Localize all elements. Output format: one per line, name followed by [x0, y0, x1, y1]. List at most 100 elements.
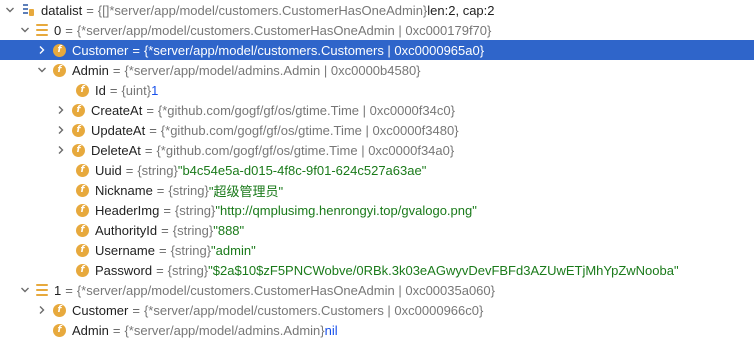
var-value: nil — [324, 322, 338, 338]
var-name: Customer — [72, 42, 129, 58]
chevron-right-icon[interactable] — [56, 104, 66, 116]
equals-sign: = — [112, 62, 121, 78]
var-name: Nickname — [95, 182, 153, 198]
var-name: Username — [95, 242, 155, 258]
var-type: {string} — [167, 262, 209, 278]
equals-sign: = — [132, 42, 140, 58]
var-type: {string} — [172, 222, 214, 238]
var-type: {uint} — [121, 82, 152, 98]
var-type: {*server/app/model/customers.CustomerHas… — [76, 282, 495, 298]
field-badge-icon: f — [76, 183, 89, 197]
var-type: {string} — [174, 202, 216, 218]
var-name: HeaderImg — [95, 202, 160, 218]
chevron-right-icon[interactable] — [37, 44, 47, 56]
tree-row-createat[interactable]: f CreateAt = {*github.com/gogf/gf/os/gti… — [0, 100, 754, 120]
tree-row-datalist[interactable]: datalist = {[]*server/app/model/customer… — [0, 0, 754, 20]
var-name: Uuid — [95, 162, 122, 178]
list-element-icon — [36, 24, 48, 36]
equals-sign: = — [144, 142, 153, 158]
var-value: "admin" — [211, 242, 256, 258]
var-name: 0 — [54, 22, 62, 38]
var-value: "888" — [213, 222, 245, 238]
var-type: {string} — [168, 182, 209, 198]
equals-sign: = — [112, 322, 121, 338]
equals-sign: = — [125, 162, 134, 178]
tree-row-deleteat[interactable]: f DeleteAt = {*github.com/gogf/gf/os/gti… — [0, 140, 754, 160]
field-badge-icon: f — [76, 263, 89, 277]
var-type: {*server/app/model/admins.Admin | 0xc000… — [124, 62, 421, 78]
variable-root-icon — [21, 3, 35, 17]
field-badge-icon: f — [53, 323, 66, 337]
tree-row-nickname[interactable]: f Nickname = {string} "超级管理员" — [0, 180, 754, 200]
equals-sign: = — [156, 182, 165, 198]
equals-sign: = — [161, 222, 169, 238]
equals-sign: = — [65, 22, 73, 38]
tree-row-username[interactable]: f Username = {string} "admin" — [0, 240, 754, 260]
chevron-right-icon[interactable] — [56, 144, 66, 156]
var-type: {*server/app/model/customers.CustomerHas… — [76, 22, 492, 38]
equals-sign: = — [109, 82, 118, 98]
field-badge-icon: f — [53, 303, 66, 317]
chevron-right-icon[interactable] — [37, 304, 47, 316]
tree-row-password[interactable]: f Password = {string} "$2a$10$zF5PNCWobv… — [0, 260, 754, 280]
var-value: len:2, cap:2 — [427, 2, 495, 18]
var-name: Customer — [72, 302, 129, 318]
chevron-down-icon[interactable] — [20, 284, 30, 296]
tree-row-admin[interactable]: f Admin = {*server/app/model/admins.Admi… — [0, 60, 754, 80]
field-badge-icon: f — [72, 143, 85, 157]
tree-row-uuid[interactable]: f Uuid = {string} "b4c54e5a-d015-4f8c-9f… — [0, 160, 754, 180]
var-type: {*github.com/gogf/gf/os/gtime.Time | 0xc… — [157, 102, 455, 118]
var-type: {*github.com/gogf/gf/os/gtime.Time | 0xc… — [156, 142, 455, 158]
var-value: "超级管理员" — [208, 183, 284, 199]
var-name: Admin — [72, 322, 109, 338]
tree-row-id[interactable]: f Id = {uint} 1 — [0, 80, 754, 100]
var-name: DeleteAt — [91, 142, 141, 158]
equals-sign: = — [149, 122, 157, 138]
tree-row-customer[interactable]: f Customer = {*server/app/model/customer… — [0, 300, 754, 320]
tree-row-index-0[interactable]: 0 = {*server/app/model/customers.Custome… — [0, 20, 754, 40]
var-value: "b4c54e5a-d015-4f8c-9f01-624c527a63ae" — [177, 162, 427, 178]
var-type: {string} — [137, 162, 178, 178]
equals-sign: = — [156, 262, 164, 278]
tree-row-updateat[interactable]: f UpdateAt = {*github.com/gogf/gf/os/gti… — [0, 120, 754, 140]
chevron-right-icon[interactable] — [56, 124, 66, 136]
list-element-icon — [36, 284, 48, 296]
equals-sign: = — [163, 202, 171, 218]
field-badge-icon: f — [53, 63, 66, 77]
field-badge-icon: f — [72, 123, 85, 137]
tree-row-customer[interactable]: f Customer = {*server/app/model/customer… — [0, 40, 754, 60]
equals-sign: = — [86, 2, 94, 18]
chevron-down-icon[interactable] — [20, 24, 30, 36]
field-badge-icon: f — [76, 223, 89, 237]
field-badge-icon: f — [76, 83, 89, 97]
field-badge-icon: f — [76, 163, 89, 177]
var-name: CreateAt — [91, 102, 143, 118]
field-badge-icon: f — [76, 203, 89, 217]
var-value: "$2a$10$zF5PNCWobve/0RBk.3k03eAGwyvDevFB… — [208, 262, 679, 278]
tree-row-index-1[interactable]: 1 = {*server/app/model/customers.Custome… — [0, 280, 754, 300]
equals-sign: = — [158, 242, 167, 258]
equals-sign: = — [146, 102, 154, 118]
var-name: UpdateAt — [91, 122, 146, 138]
var-name: Admin — [72, 62, 109, 78]
var-type: {*github.com/gogf/gf/os/gtime.Time | 0xc… — [160, 122, 459, 138]
chevron-down-icon[interactable] — [5, 4, 15, 16]
var-value: "http://qmplusimg.henrongyi.top/gvalogo.… — [215, 202, 477, 218]
tree-row-headerimg[interactable]: f HeaderImg = {string} "http://qmplusimg… — [0, 200, 754, 220]
debugger-variables-tree: datalist = {[]*server/app/model/customer… — [0, 0, 754, 347]
var-name: 1 — [54, 282, 62, 298]
var-type: {string} — [170, 242, 212, 258]
var-name: Password — [95, 262, 153, 278]
tree-row-authorityid[interactable]: f AuthorityId = {string} "888" — [0, 220, 754, 240]
equals-sign: = — [65, 282, 73, 298]
field-badge-icon: f — [72, 103, 85, 117]
field-badge-icon: f — [76, 243, 89, 257]
var-type: {*server/app/model/customers.Customers |… — [143, 302, 484, 318]
var-name: Id — [95, 82, 106, 98]
var-name: AuthorityId — [95, 222, 158, 238]
var-type: {*server/app/model/admins.Admin} — [124, 322, 325, 338]
chevron-down-icon[interactable] — [37, 64, 47, 76]
var-name: datalist — [41, 2, 83, 18]
tree-row-admin[interactable]: f Admin = {*server/app/model/admins.Admi… — [0, 320, 754, 340]
var-value: 1 — [151, 82, 159, 98]
